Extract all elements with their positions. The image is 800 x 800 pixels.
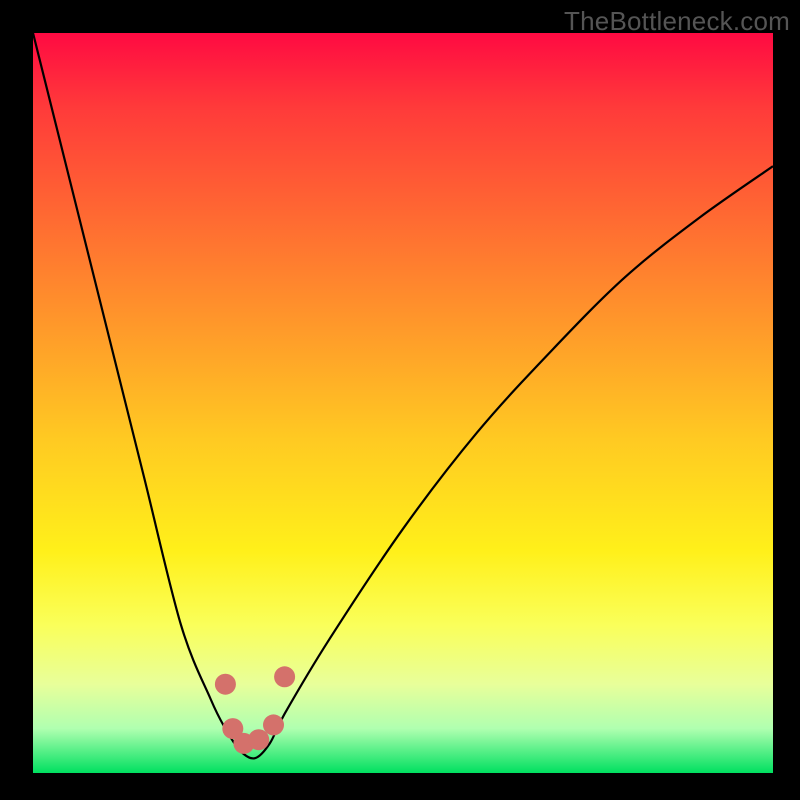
marker-d — [248, 729, 269, 750]
marker-a — [215, 674, 236, 695]
watermark-text: TheBottleneck.com — [564, 6, 790, 37]
marker-e — [263, 714, 284, 735]
markers-layer — [33, 33, 773, 773]
marker-f — [274, 666, 295, 687]
